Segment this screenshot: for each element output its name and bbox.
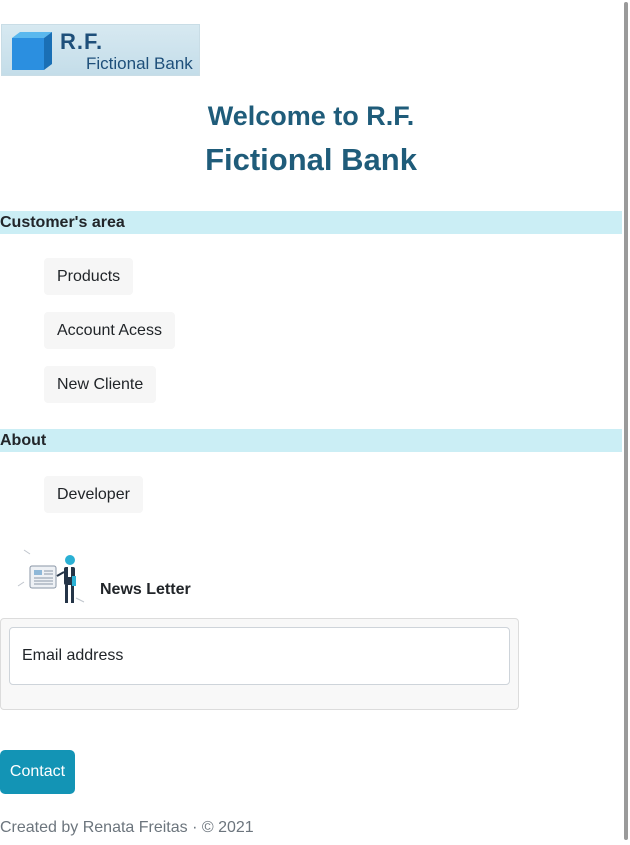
nav-button-account-access[interactable]: Account Acess [44,312,175,349]
page-scrollbar[interactable] [622,0,630,845]
newsletter-form [0,618,519,710]
email-address-input[interactable] [9,627,510,685]
page: R.F. Fictional Bank Welcome to R.F. Fict… [0,0,622,845]
page-title-line2: Fictional Bank [205,142,417,177]
contact-button[interactable]: Contact [0,750,75,794]
nav-button-developer[interactable]: Developer [44,476,143,513]
bank-logo[interactable]: R.F. Fictional Bank [1,24,200,76]
logo-text-rf: R.F. [60,29,104,54]
nav-button-products[interactable]: Products [44,258,134,295]
section-header-customer-area: Customer's area [0,211,622,234]
footer-credit: Created by Renata Freitas · © 2021 [0,819,254,836]
blue-cube-icon [12,32,52,70]
scrollbar-thumb[interactable] [624,2,628,840]
newsletter-label: News Letter [100,581,191,598]
newsletter-illustration-icon [17,549,85,603]
page-title-line1: Welcome to R.F. [207,101,415,131]
logo-text-bank: Fictional Bank [86,54,193,73]
nav-button-new-client[interactable]: New Cliente [44,366,157,403]
section-header-about: About [0,429,622,452]
